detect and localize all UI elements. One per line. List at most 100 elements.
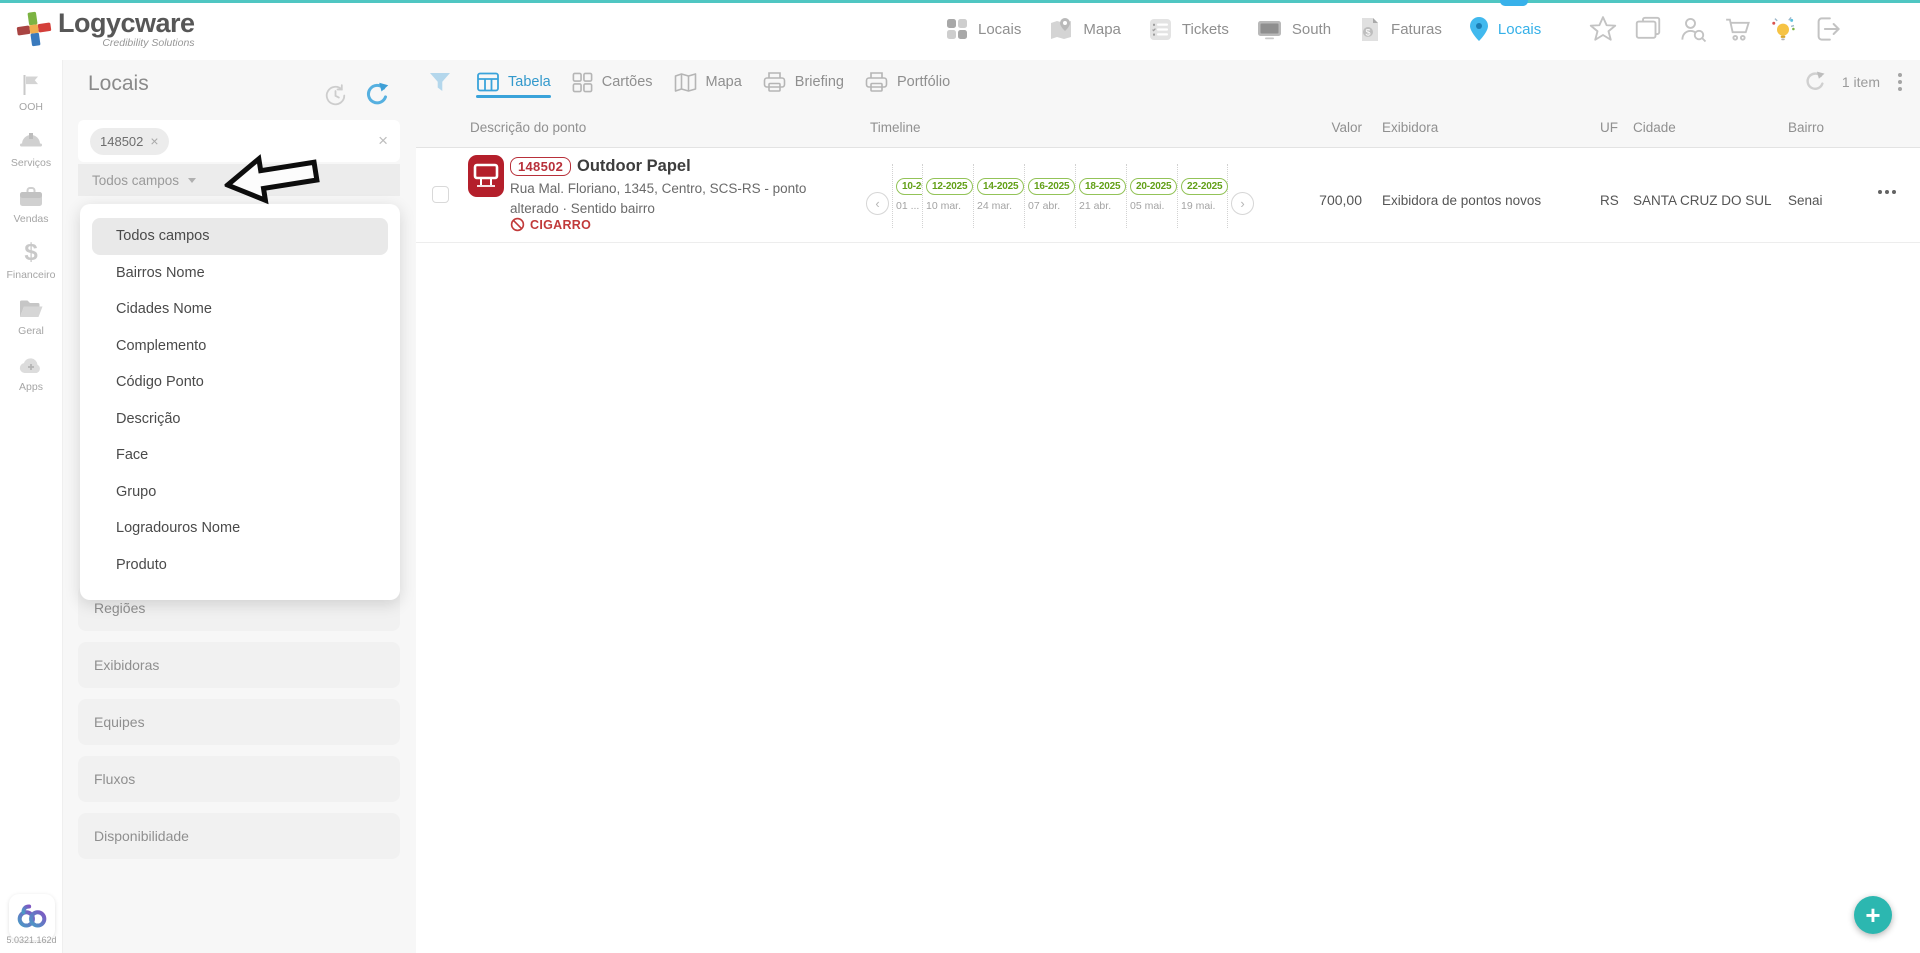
brand-tagline: Credibility Solutions [58,37,195,49]
tab-label: Cartões [602,74,653,90]
top-nav-item-locais-active[interactable]: Locais [1469,16,1541,42]
toolbar-right: 1 item [1802,64,1906,100]
brand-name: Logycware [58,9,195,37]
top-nav-label: Faturas [1391,21,1442,38]
timeline-period-date: 24 mar. [977,200,1012,212]
col-header-uf: UF [1600,120,1618,135]
rail-item-financeiro[interactable]: $ Financeiro [6,240,55,281]
refresh-icon[interactable] [362,80,392,110]
printer-icon [762,70,787,94]
table-row: 148502 Outdoor Papel Rua Mal. Floriano, … [416,148,1920,243]
tab-tabela[interactable]: Tabela [476,70,551,94]
timeline-prev-icon[interactable]: ‹ [866,192,889,215]
search-clear-icon[interactable]: × [378,131,388,151]
top-nav-item-tickets[interactable]: Tickets [1148,17,1229,42]
top-nav-label: Mapa [1083,21,1121,38]
rail-label: Financeiro [6,269,55,281]
cell-uf: RS [1600,193,1619,208]
brand-logo: Logycware Credibility Solutions [16,9,195,49]
top-nav-item-mapa[interactable]: Mapa [1048,16,1121,42]
tab-cartoes[interactable]: Cartões [571,71,653,94]
timeline-period-chip[interactable]: 14-2025 [977,178,1024,195]
field-selector-value: Todos campos [92,173,179,188]
timeline-period-chip[interactable]: 16-2025 [1028,178,1075,195]
header-action-icons [1588,14,1843,44]
dropdown-option-bairros-nome[interactable]: Bairros Nome [92,255,388,292]
timeline-period: 18-2025 21 abr. [1075,164,1126,228]
kebab-menu-icon[interactable] [1894,69,1906,95]
filter-section-disponibilidade[interactable]: Disponibilidade [78,813,400,859]
search-term-chip[interactable]: 148502 × [90,128,169,155]
section-label: Disponibilidade [94,828,189,844]
dropdown-option-grupo[interactable]: Grupo [92,474,388,511]
dropdown-option-cidades-nome[interactable]: Cidades Nome [92,291,388,328]
active-nav-indicator [1500,0,1528,6]
row-checkbox[interactable] [432,186,449,203]
top-nav-item-south[interactable]: South [1256,17,1331,42]
table-icon [476,70,500,94]
tab-label: Portfólio [897,74,950,90]
footer-logo-card [9,894,55,940]
timeline-period: 22-2025 19 mai. [1177,164,1228,228]
point-address: Rua Mal. Floriano, 1345, Centro, SCS-RS … [510,179,822,220]
dropdown-option-produto[interactable]: Produto [92,547,388,584]
top-nav-label: South [1292,21,1331,38]
cloud-plus-icon [17,352,45,378]
timeline-period: 16-2025 07 abr. [1024,164,1075,228]
col-header-timeline: Timeline [870,120,921,135]
dropdown-option-face[interactable]: Face [92,437,388,474]
rail-item-geral[interactable]: Geral [18,296,44,337]
top-nav-item-locais-grid[interactable]: Locais [945,17,1021,41]
dropdown-option-complemento[interactable]: Complemento [92,328,388,365]
user-search-icon[interactable] [1678,14,1708,44]
view-toolbar: Tabela Cartões Mapa [428,64,970,100]
map-pin-icon [1048,16,1074,42]
star-icon[interactable] [1588,14,1618,44]
top-nav-label: Locais [1498,21,1541,38]
folders-icon[interactable] [1633,14,1663,44]
dropdown-option-logradouros-nome[interactable]: Logradouros Nome [92,510,388,547]
filter-section-fluxos[interactable]: Fluxos [78,756,400,802]
top-accent-line [0,0,1920,3]
dropdown-option-descricao[interactable]: Descrição [92,401,388,438]
add-fab[interactable]: + [1854,896,1892,934]
timeline-period-chip[interactable]: 18-2025 [1079,178,1126,195]
chip-remove-icon[interactable]: × [150,133,158,149]
col-header-cidade: Cidade [1633,120,1676,135]
hardhat-icon [18,128,44,154]
grid-icon [945,17,969,41]
rail-item-ooh[interactable]: OOH [19,72,43,113]
reload-results-icon[interactable] [1802,69,1828,95]
top-nav: Locais Mapa [945,0,1843,58]
timeline-period-chip[interactable]: 12-2025 [926,178,973,195]
row-actions-icon[interactable] [1878,190,1896,194]
tab-briefing[interactable]: Briefing [762,70,844,94]
timeline-period-date: 01 ... [896,200,919,212]
top-nav-item-faturas[interactable]: $ Faturas [1358,16,1442,43]
tab-portfolio[interactable]: Portfólio [864,70,950,94]
rail-item-apps[interactable]: Apps [17,352,45,393]
folder-icon [18,296,44,322]
timeline-period-chip[interactable]: 20-2025 [1130,178,1177,195]
filter-funnel-icon[interactable] [428,71,452,94]
point-title[interactable]: Outdoor Papel [577,157,691,176]
idea-icon[interactable] [1768,14,1798,44]
rail-item-vendas[interactable]: Vendas [13,184,48,225]
chevron-down-icon [188,178,196,183]
flag-icon [19,72,43,98]
timeline-period-chip[interactable]: 10-2025 [896,178,922,195]
cell-cidade: SANTA CRUZ DO SUL [1633,193,1772,208]
tab-mapa[interactable]: Mapa [673,71,742,94]
timeline-next-icon[interactable]: › [1231,192,1254,215]
filter-section-equipes[interactable]: Equipes [78,699,400,745]
svg-text:$: $ [1366,27,1371,37]
cart-icon[interactable] [1723,14,1753,44]
timeline-period-chip[interactable]: 22-2025 [1181,178,1228,195]
dropdown-option-todos-campos[interactable]: Todos campos [92,218,388,255]
field-dropdown: Todos campos Bairros Nome Cidades Nome C… [80,204,400,600]
filter-section-exibidoras[interactable]: Exibidoras [78,642,400,688]
history-icon[interactable] [322,82,349,109]
rail-item-servicos[interactable]: Serviços [11,128,51,169]
dropdown-option-codigo-ponto[interactable]: Código Ponto [92,364,388,401]
logout-icon[interactable] [1813,14,1843,44]
